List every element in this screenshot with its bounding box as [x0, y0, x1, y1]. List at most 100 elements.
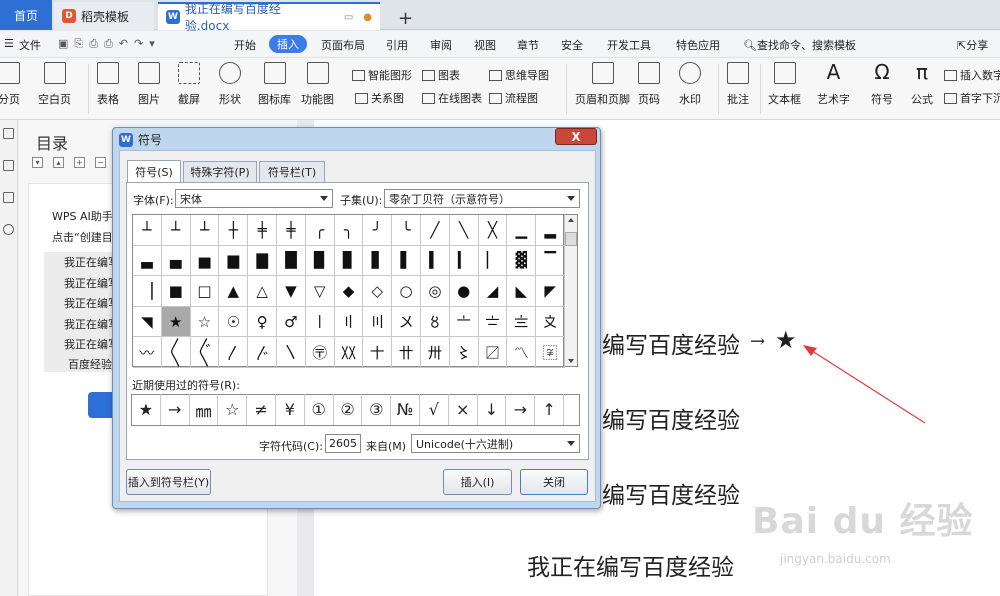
symbol-cell[interactable]: ▅ — [190, 245, 220, 277]
recent-symbol-cell[interactable]: ① — [305, 394, 334, 425]
textbox-button[interactable]: 文本框 — [768, 62, 801, 107]
symbol-cell[interactable]: 〹 — [392, 337, 421, 368]
share-button[interactable]: ⇱分享 — [957, 37, 988, 53]
picture-button[interactable]: 图片 — [138, 62, 160, 107]
symbol-cell[interactable]: 〤 — [392, 306, 421, 338]
icon-library-button[interactable]: 图标库 — [258, 62, 291, 107]
comment-button[interactable]: 批注 — [727, 62, 749, 107]
symbol-cell[interactable]: 〼 — [478, 337, 508, 368]
symbol-cell[interactable]: ╰ — [392, 215, 421, 246]
symbol-cell[interactable]: ◆ — [334, 276, 364, 307]
recent-symbol-cell[interactable]: → — [161, 394, 190, 425]
hamburger-icon[interactable]: ☰ — [4, 37, 14, 50]
symbol-cell[interactable]: 〾 — [536, 337, 565, 368]
tab-symbol[interactable]: 符号(S) — [127, 160, 181, 182]
toc-item[interactable]: 我正在编写 — [64, 295, 116, 311]
symbol-cell[interactable]: ♀ — [248, 306, 277, 338]
symbol-cell[interactable]: ▁ — [507, 215, 537, 246]
menu-developer[interactable]: 开发工具 — [607, 37, 651, 53]
symbol-cell[interactable]: ▎ — [449, 245, 479, 277]
symbol-cell[interactable]: ┼ — [219, 215, 249, 246]
symbol-cell[interactable]: ┴ — [133, 215, 162, 246]
symbol-cell[interactable]: ▆ — [219, 245, 249, 277]
scroll-up-icon[interactable] — [568, 218, 574, 222]
menu-features[interactable]: 特色应用 — [676, 37, 720, 53]
symbol-cell[interactable]: ▼ — [277, 276, 306, 307]
symbol-cell[interactable]: ▇ — [248, 245, 277, 277]
from-select[interactable]: Unicode(十六进制) — [411, 434, 580, 453]
symbol-cell[interactable]: ▍ — [421, 245, 450, 277]
menu-page-layout[interactable]: 页面布局 — [321, 37, 365, 53]
add-to-symbol-bar-button[interactable]: 插入到符号栏(Y) — [126, 469, 211, 495]
symbol-cell[interactable]: ▓ — [507, 245, 537, 277]
dialog-close-button[interactable]: X — [555, 128, 597, 145]
toc-item[interactable]: 我正在编写 — [64, 336, 116, 352]
symbol-cell[interactable]: ╳ — [478, 215, 508, 246]
symbol-cell[interactable]: ▕ — [133, 276, 162, 307]
chart-button[interactable]: 图表 — [422, 67, 460, 83]
recent-symbol-cell[interactable]: ☆ — [218, 394, 248, 425]
symbol-cell[interactable]: ◇ — [363, 276, 393, 307]
doc-line[interactable]: 我正在编写百度经验 — [527, 548, 734, 582]
header-footer-button[interactable]: 页眉和页脚 — [575, 62, 630, 107]
symbol-cell[interactable]: 〢 — [334, 306, 364, 338]
symbol-cell[interactable]: ■ — [161, 276, 191, 307]
insert-number-button[interactable]: 插入数字 — [944, 67, 1000, 83]
symbol-cell[interactable]: 〷 — [334, 337, 364, 368]
symbol-cell[interactable]: ▏ — [478, 245, 508, 277]
symbol-cell[interactable]: ◣ — [507, 276, 537, 307]
dropcap-button[interactable]: 首字下沉 — [944, 90, 1000, 106]
symbol-cell[interactable]: ♂ — [277, 306, 306, 338]
art-text-button[interactable]: A 艺术字 — [817, 62, 850, 107]
symbol-cell[interactable]: ▉ — [305, 245, 335, 277]
watermark-button[interactable]: 水印 — [679, 62, 701, 107]
recent-symbol-cell[interactable]: ② — [334, 394, 363, 425]
add-icon[interactable]: + — [74, 157, 85, 168]
symbol-cell[interactable]: 〩 — [536, 306, 565, 338]
recent-symbol-cell[interactable]: ≠ — [247, 394, 276, 425]
symbol-cell[interactable]: 〳 — [219, 337, 249, 368]
symbol-cell[interactable]: ▽ — [305, 276, 335, 307]
function-chart-button[interactable]: 功能图 — [301, 62, 334, 107]
relation-chart-button[interactable]: 关系图 — [355, 90, 404, 106]
symbol-cell[interactable]: ▋ — [363, 245, 393, 277]
toc-nav-icon[interactable] — [3, 128, 14, 139]
symbol-cell[interactable]: ▃ — [133, 245, 162, 277]
mindmap-button[interactable]: 思维导图 — [489, 67, 549, 83]
toc-item[interactable]: 我正在编写 — [64, 254, 116, 270]
symbol-cell[interactable]: 〱 — [161, 337, 191, 368]
char-code-input[interactable]: 2605 — [325, 434, 361, 453]
symbol-cell[interactable]: ╱ — [421, 215, 450, 246]
formula-button[interactable]: π 公式 — [911, 62, 933, 107]
page-number-button[interactable]: 页码 — [638, 62, 660, 107]
symbol-cell[interactable]: 〻 — [449, 337, 479, 368]
symbol-cell[interactable]: □ — [190, 276, 220, 307]
symbol-cell[interactable]: ● — [449, 276, 479, 307]
smart-shape-button[interactable]: 智能图形 — [352, 67, 412, 83]
symbol-cell[interactable]: ▌ — [392, 245, 421, 277]
recent-symbol-cell[interactable]: ¥ — [276, 394, 305, 425]
symbol-cell[interactable]: 〡 — [305, 306, 335, 338]
recent-symbol-cell[interactable]: → — [506, 394, 536, 425]
find-nav-icon[interactable] — [3, 224, 14, 235]
symbol-cell[interactable]: 〴 — [248, 337, 277, 368]
remove-icon[interactable]: − — [95, 157, 106, 168]
symbol-cell[interactable]: 〺 — [421, 337, 450, 368]
symbol-cell[interactable]: 〨 — [507, 306, 537, 338]
symbol-cell[interactable]: ◢ — [478, 276, 508, 307]
tab-home[interactable]: 首页 — [0, 0, 52, 30]
symbol-cell[interactable]: ★ — [161, 306, 191, 338]
menu-security[interactable]: 安全 — [561, 37, 583, 53]
symbol-cell[interactable]: ┴ — [161, 215, 191, 246]
symbol-cell[interactable]: 〵 — [277, 337, 306, 368]
symbol-cell[interactable]: █ — [277, 245, 306, 277]
symbol-cell[interactable]: 〽 — [507, 337, 537, 368]
recent-symbol-cell[interactable]: ㎜ — [190, 394, 219, 425]
menu-insert[interactable]: 插入 — [269, 35, 307, 53]
subset-select[interactable]: 零杂丁贝符（示意符号） — [384, 189, 580, 208]
toc-item[interactable]: 我正在编写 — [64, 275, 116, 291]
search-command[interactable]: 🔍︎查找命令、搜索模板 — [743, 37, 856, 53]
recent-symbol-cell[interactable]: √ — [420, 394, 449, 425]
recent-symbol-cell[interactable]: № — [391, 394, 420, 425]
symbol-cell[interactable]: ○ — [392, 276, 421, 307]
